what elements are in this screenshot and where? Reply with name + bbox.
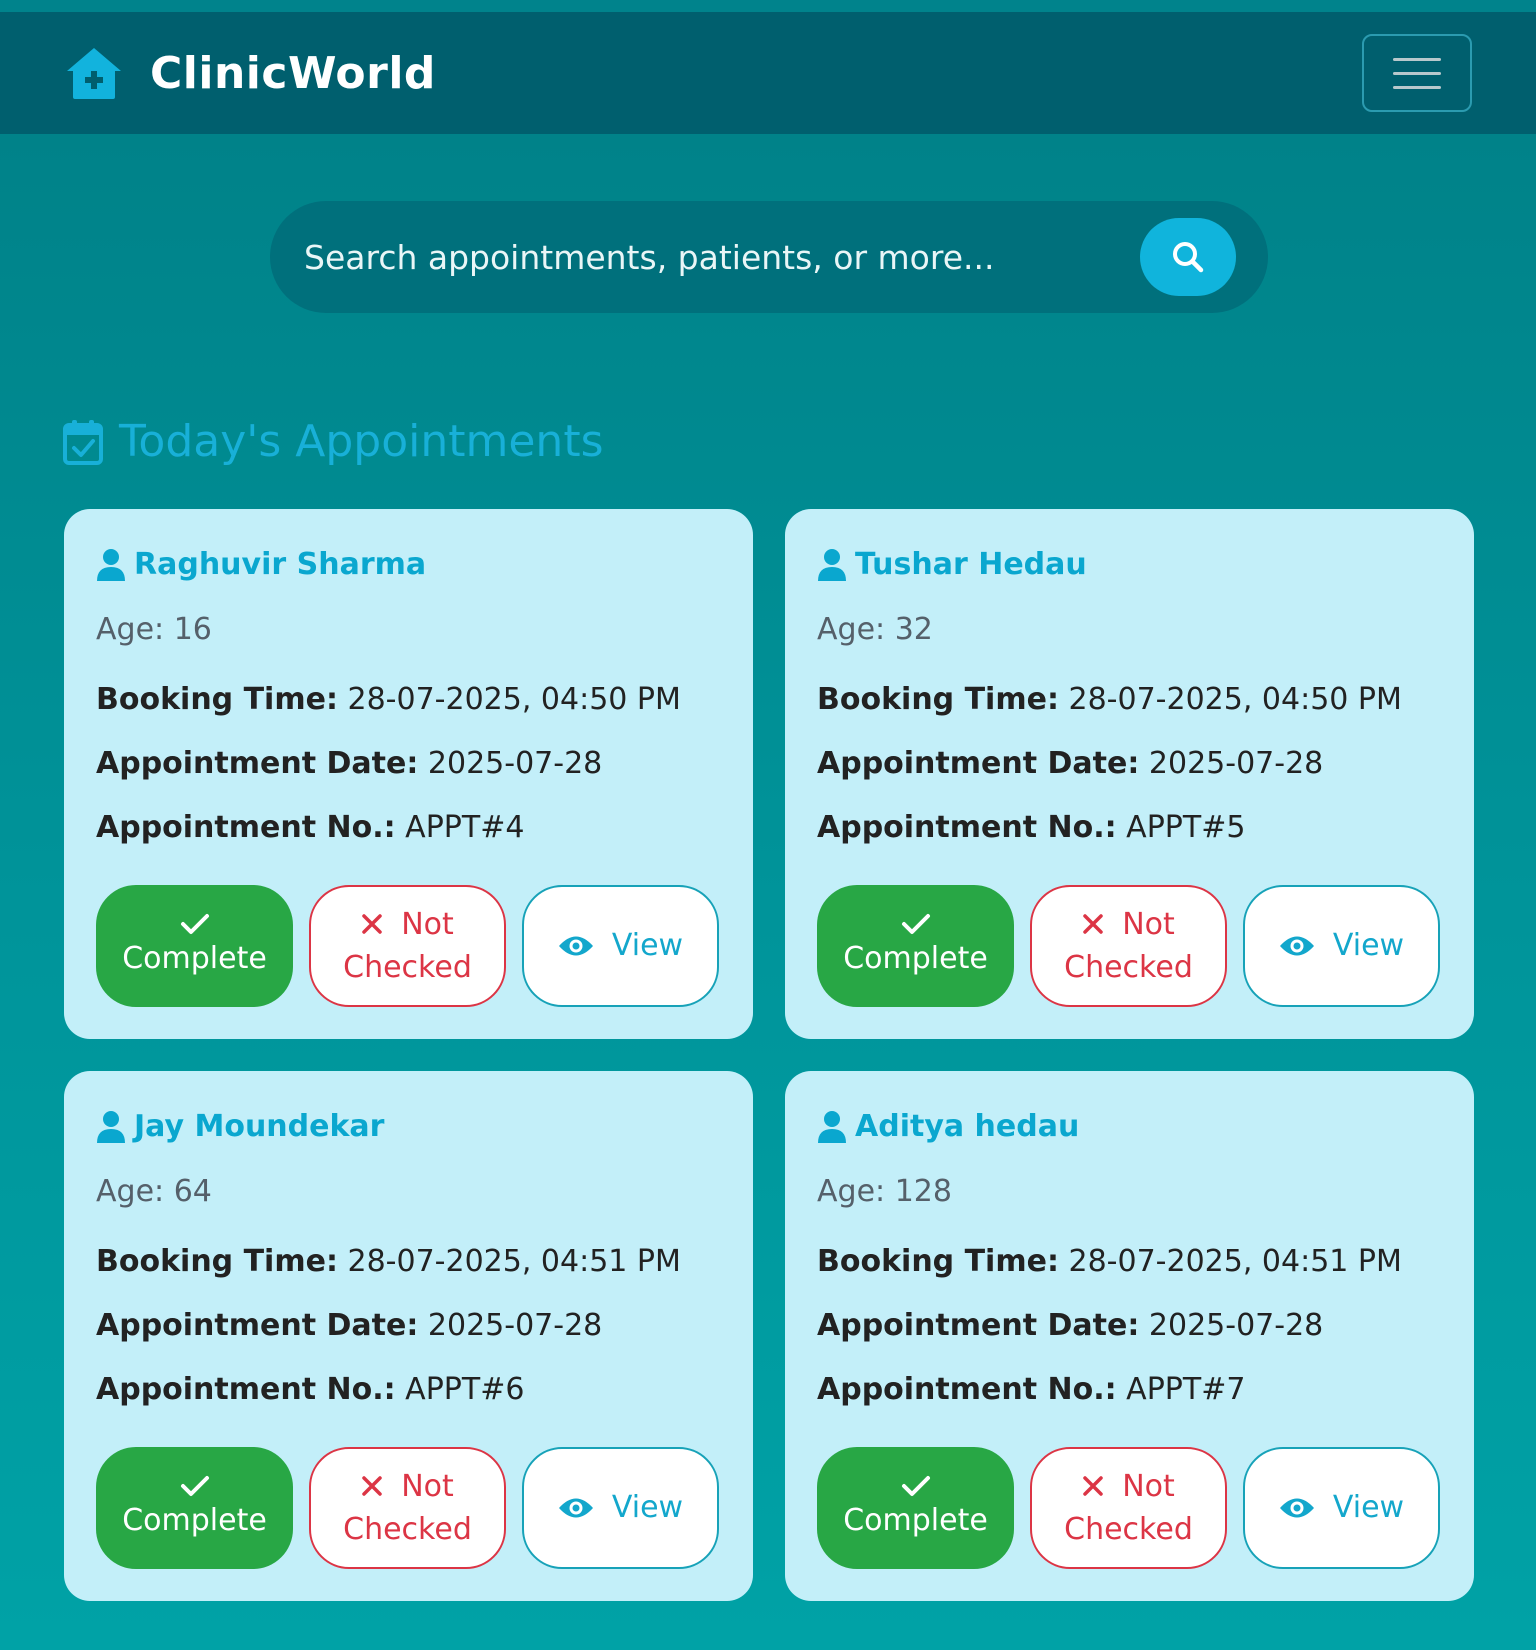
user-icon <box>97 1110 125 1143</box>
action-buttons: Complete Not Checked View <box>817 885 1440 1007</box>
booking-time: Booking Time: 28-07-2025, 04:50 PM <box>96 682 681 717</box>
view-button[interactable]: View <box>1243 1447 1440 1569</box>
top-strip <box>0 0 1536 12</box>
appointment-date: Appointment Date: 2025-07-28 <box>817 1308 1324 1343</box>
clinic-house-icon <box>67 48 121 99</box>
action-buttons: Complete Not Checked View <box>817 1447 1440 1569</box>
x-icon <box>362 1476 382 1496</box>
patient-age: Age: 128 <box>817 1174 952 1209</box>
brand-name: ClinicWorld <box>150 47 436 99</box>
not-checked-button[interactable]: Not Checked <box>1030 1447 1227 1569</box>
check-icon <box>180 1476 209 1497</box>
booking-time: Booking Time: 28-07-2025, 04:51 PM <box>817 1244 1402 1279</box>
calendar-check-icon <box>63 419 103 465</box>
check-icon <box>180 914 209 935</box>
booking-time: Booking Time: 28-07-2025, 04:50 PM <box>817 682 1402 717</box>
search-input[interactable] <box>304 237 1140 277</box>
eye-icon <box>1279 936 1314 956</box>
action-buttons: Complete Not Checked View <box>96 885 719 1007</box>
action-buttons: Complete Not Checked View <box>96 1447 719 1569</box>
x-icon <box>1083 914 1103 934</box>
search-button[interactable] <box>1140 218 1236 296</box>
patient-name: Aditya hedau <box>817 1109 1079 1144</box>
patient-name: Jay Moundekar <box>96 1109 384 1144</box>
not-checked-button[interactable]: Not Checked <box>1030 885 1227 1007</box>
patient-age: Age: 64 <box>96 1174 212 1209</box>
view-button[interactable]: View <box>1243 885 1440 1007</box>
appointment-date: Appointment Date: 2025-07-28 <box>96 746 603 781</box>
not-checked-button[interactable]: Not Checked <box>309 1447 506 1569</box>
check-icon <box>901 1476 930 1497</box>
search-icon <box>1173 242 1204 273</box>
brand[interactable]: ClinicWorld <box>64 45 436 101</box>
appointment-card: Tushar Hedau Age: 32 Booking Time: 28-07… <box>785 509 1474 1039</box>
view-button[interactable]: View <box>522 1447 719 1569</box>
appointment-date: Appointment Date: 2025-07-28 <box>96 1308 603 1343</box>
eye-icon <box>558 936 593 956</box>
eye-icon <box>558 1498 593 1518</box>
appointment-number: Appointment No.: APPT#4 <box>96 810 525 845</box>
complete-button[interactable]: Complete <box>817 885 1014 1007</box>
appointment-number: Appointment No.: APPT#7 <box>817 1372 1246 1407</box>
eye-icon <box>1279 1498 1314 1518</box>
patient-age: Age: 16 <box>96 612 212 647</box>
view-button[interactable]: View <box>522 885 719 1007</box>
complete-button[interactable]: Complete <box>96 885 293 1007</box>
user-icon <box>818 1110 846 1143</box>
user-icon <box>97 548 125 581</box>
x-icon <box>1083 1476 1103 1496</box>
patient-name: Tushar Hedau <box>817 547 1087 582</box>
search-bar <box>270 201 1268 313</box>
section-header: Today's Appointments <box>63 416 604 467</box>
appointment-number: Appointment No.: APPT#6 <box>96 1372 525 1407</box>
appointment-card: Raghuvir Sharma Age: 16 Booking Time: 28… <box>64 509 753 1039</box>
appointment-date: Appointment Date: 2025-07-28 <box>817 746 1324 781</box>
navbar: ClinicWorld <box>0 12 1536 134</box>
x-icon <box>362 914 382 934</box>
complete-button[interactable]: Complete <box>817 1447 1014 1569</box>
section-title: Today's Appointments <box>119 416 604 467</box>
hamburger-icon <box>1393 57 1441 61</box>
menu-toggle-button[interactable] <box>1362 34 1472 112</box>
appointment-card: Jay Moundekar Age: 64 Booking Time: 28-0… <box>64 1071 753 1601</box>
appointment-card: Aditya hedau Age: 128 Booking Time: 28-0… <box>785 1071 1474 1601</box>
check-icon <box>901 914 930 935</box>
patient-age: Age: 32 <box>817 612 933 647</box>
user-icon <box>818 548 846 581</box>
complete-button[interactable]: Complete <box>96 1447 293 1569</box>
booking-time: Booking Time: 28-07-2025, 04:51 PM <box>96 1244 681 1279</box>
not-checked-button[interactable]: Not Checked <box>309 885 506 1007</box>
patient-name: Raghuvir Sharma <box>96 547 426 582</box>
appointment-number: Appointment No.: APPT#5 <box>817 810 1246 845</box>
